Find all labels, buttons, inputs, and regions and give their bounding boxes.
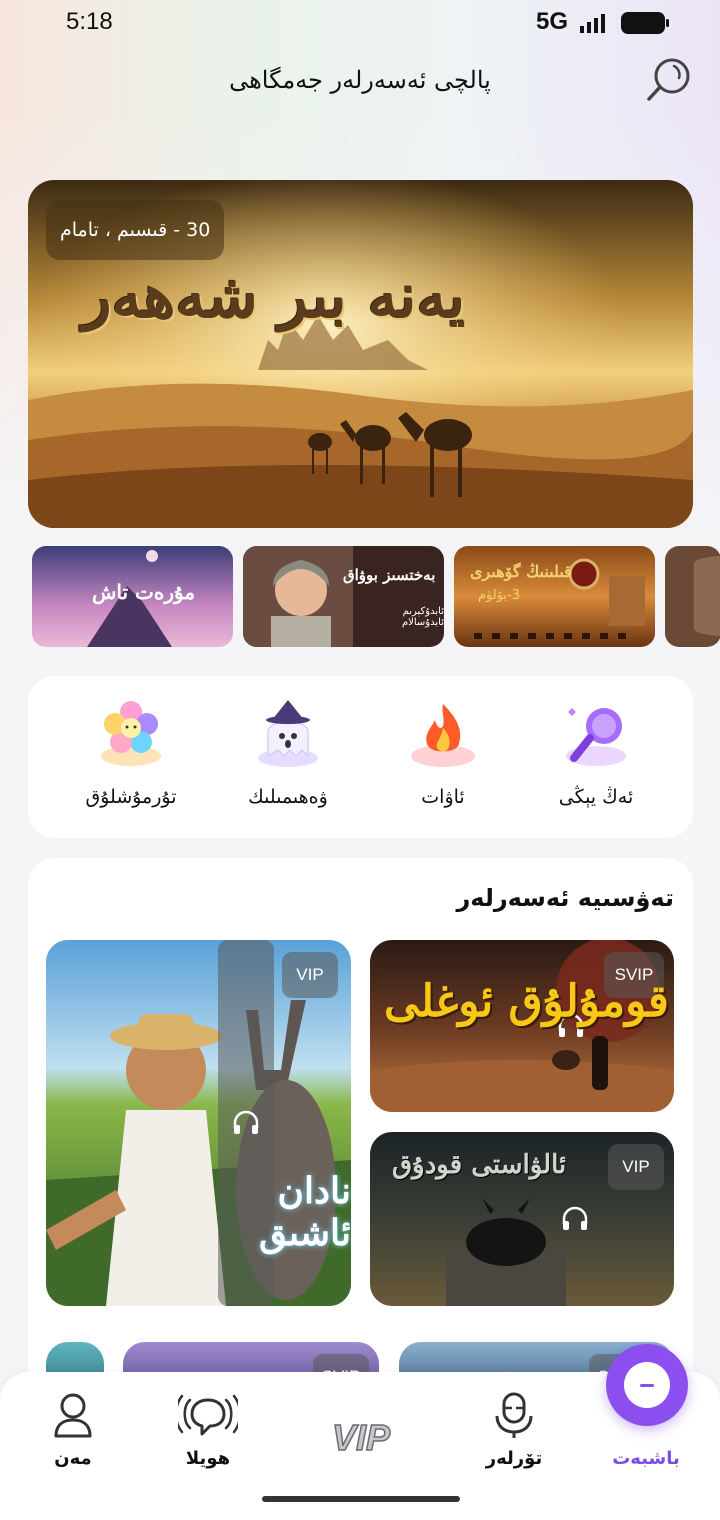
hero-banner[interactable]: 30 - قىسىم ، تامام يەنە بىر شەھەر bbox=[28, 180, 693, 528]
category-life[interactable]: تۇرمۇشلۇق bbox=[66, 698, 196, 818]
hero-title: يەنە بىر شەھەر bbox=[82, 262, 466, 332]
network-type: 5G bbox=[536, 8, 569, 35]
nav-label: ھويلا bbox=[185, 1448, 231, 1469]
vip-icon: VIP bbox=[331, 1420, 392, 1456]
category-label: تۇرمۇشلۇق bbox=[85, 786, 177, 808]
microphone-icon bbox=[566, 708, 626, 766]
category-label: ئاۋات bbox=[421, 786, 465, 808]
section-title: تەۋسىيە ئەسەرلەر bbox=[456, 884, 674, 912]
signal-icon bbox=[580, 14, 605, 33]
poster-card[interactable]: VIP نادان ئاشىق bbox=[46, 940, 351, 1306]
home-floating-button[interactable] bbox=[606, 1344, 688, 1426]
thumbnail-subtitle: 3-بۆلۈم bbox=[478, 588, 521, 603]
thumbnail-card[interactable]: مۇرەت تاش bbox=[32, 546, 233, 647]
battery-icon bbox=[621, 12, 669, 34]
thumbnail-title: قىلىنىڭ گۆھىرى bbox=[470, 562, 572, 581]
category-newest[interactable]: ئەڭ يېڭى bbox=[531, 698, 661, 818]
nav-label: مەن bbox=[54, 1448, 92, 1469]
fire-icon bbox=[411, 704, 475, 767]
baby-image bbox=[243, 546, 444, 647]
status-bar: 5:18 5G bbox=[0, 0, 720, 48]
nav-item-podcasts[interactable]: تۆرلەر bbox=[454, 1392, 574, 1472]
page-title: پالچى ئەسەرلەر جەمگاھى bbox=[229, 66, 491, 94]
chat-bubble-icon bbox=[178, 1394, 238, 1436]
ghost-icon bbox=[258, 700, 318, 767]
nav-item-vip[interactable]: VIP bbox=[300, 1392, 420, 1472]
category-horror[interactable]: ۋەھىمىلىك bbox=[223, 698, 353, 818]
vip-badge: VIP bbox=[608, 1144, 664, 1190]
poster-card[interactable]: VIP ئالۋاستى قودۇق bbox=[370, 1132, 674, 1306]
thumbnail-title: بەختسىز بوۋاق bbox=[343, 566, 436, 584]
category-card: ئەڭ يېڭى ئاۋات ۋەھىمىلىك تۇرمۇشلۇق bbox=[28, 676, 693, 838]
flower-icon bbox=[101, 701, 161, 766]
episode-status-badge: 30 - قىسىم ، تامام bbox=[46, 200, 225, 260]
home-icon bbox=[624, 1362, 670, 1408]
poster-title: ئالۋاستى قودۇق bbox=[392, 1150, 567, 1180]
vip-badge: VIP bbox=[282, 952, 338, 998]
category-label: ۋەھىمىلىك bbox=[248, 786, 328, 808]
featured-thumbnails: مۇرەت تاش بەختسىز بوۋاق ئابدۇكېرىم ئابدۇ… bbox=[0, 546, 720, 648]
poster-title: نادان ئاشىق bbox=[258, 1170, 351, 1254]
thumbnail-card-partial[interactable] bbox=[665, 546, 720, 647]
category-popular[interactable]: ئاۋات bbox=[378, 698, 508, 818]
home-indicator bbox=[262, 1496, 460, 1502]
poster-title: قومۇلۇق ئوغلى bbox=[384, 976, 669, 1027]
search-icon[interactable] bbox=[644, 56, 694, 106]
nav-label: تۆرلەر bbox=[485, 1448, 543, 1469]
nav-item-home[interactable]: باشبەت bbox=[586, 1448, 706, 1469]
thumbnail-subtitle: ئابدۇكېرىم ئابدۇسالام bbox=[401, 606, 444, 628]
thumbnail-title: مۇرەت تاش bbox=[92, 580, 196, 604]
thumbnail-card[interactable]: بەختسىز بوۋاق ئابدۇكېرىم ئابدۇسالام bbox=[243, 546, 444, 647]
status-time: 5:18 bbox=[66, 8, 113, 35]
poster-card[interactable]: SVIP قومۇلۇق ئوغلى bbox=[370, 940, 674, 1112]
svg-text:VIP: VIP bbox=[332, 1420, 391, 1456]
thumbnail-card[interactable]: قىلىنىڭ گۆھىرى 3-بۆلۈم bbox=[454, 546, 655, 647]
nav-item-me[interactable]: مەن bbox=[13, 1392, 133, 1472]
person-icon bbox=[54, 1393, 92, 1438]
category-label: ئەڭ يېڭى bbox=[558, 786, 634, 808]
podcast-mic-icon bbox=[495, 1392, 533, 1438]
cave-image bbox=[665, 546, 720, 647]
nav-item-yard[interactable]: ھويلا bbox=[148, 1392, 268, 1472]
